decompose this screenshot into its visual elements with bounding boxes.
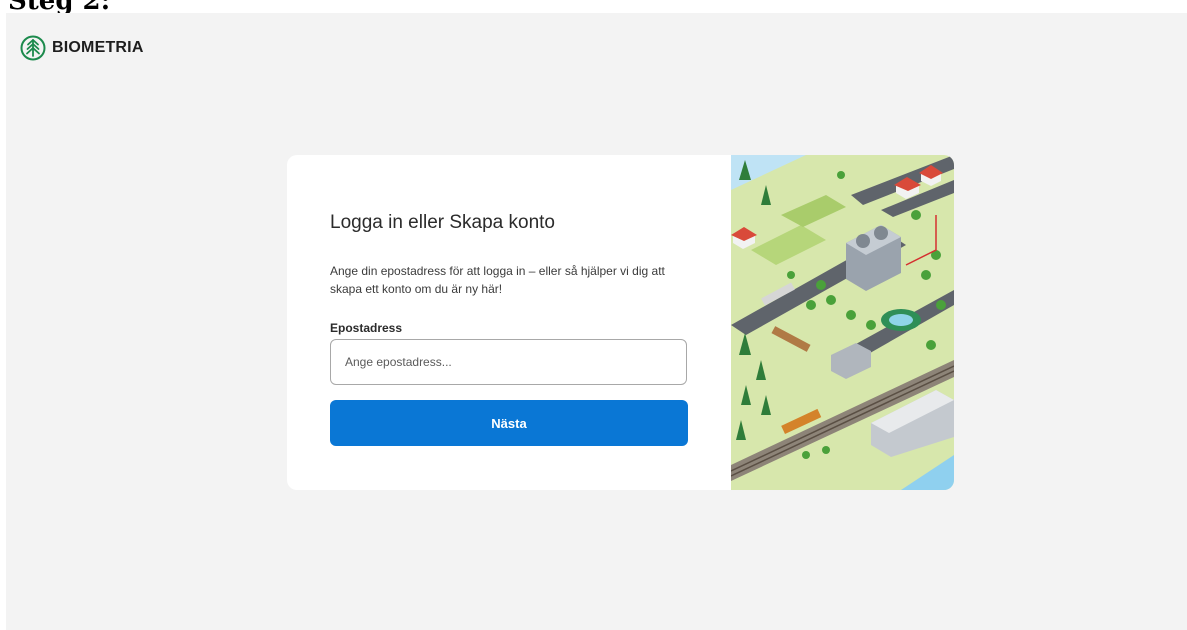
login-screen: BIOMETRIA Logga in eller Skapa konto Ang…	[6, 13, 1187, 630]
next-button[interactable]: Nästa	[330, 400, 688, 446]
brand-logo: BIOMETRIA	[20, 35, 144, 61]
login-description: Ange din epostadress för att logga in – …	[330, 264, 665, 296]
email-label: Epostadress	[330, 321, 403, 335]
brand-name: BIOMETRIA	[52, 39, 144, 56]
login-card: Logga in eller Skapa konto Ange din epos…	[287, 155, 954, 490]
login-title: Logga in eller Skapa konto	[330, 212, 555, 233]
city-illustration	[731, 155, 954, 490]
biometria-tree-logo-icon	[20, 35, 46, 61]
email-input[interactable]	[330, 339, 687, 385]
